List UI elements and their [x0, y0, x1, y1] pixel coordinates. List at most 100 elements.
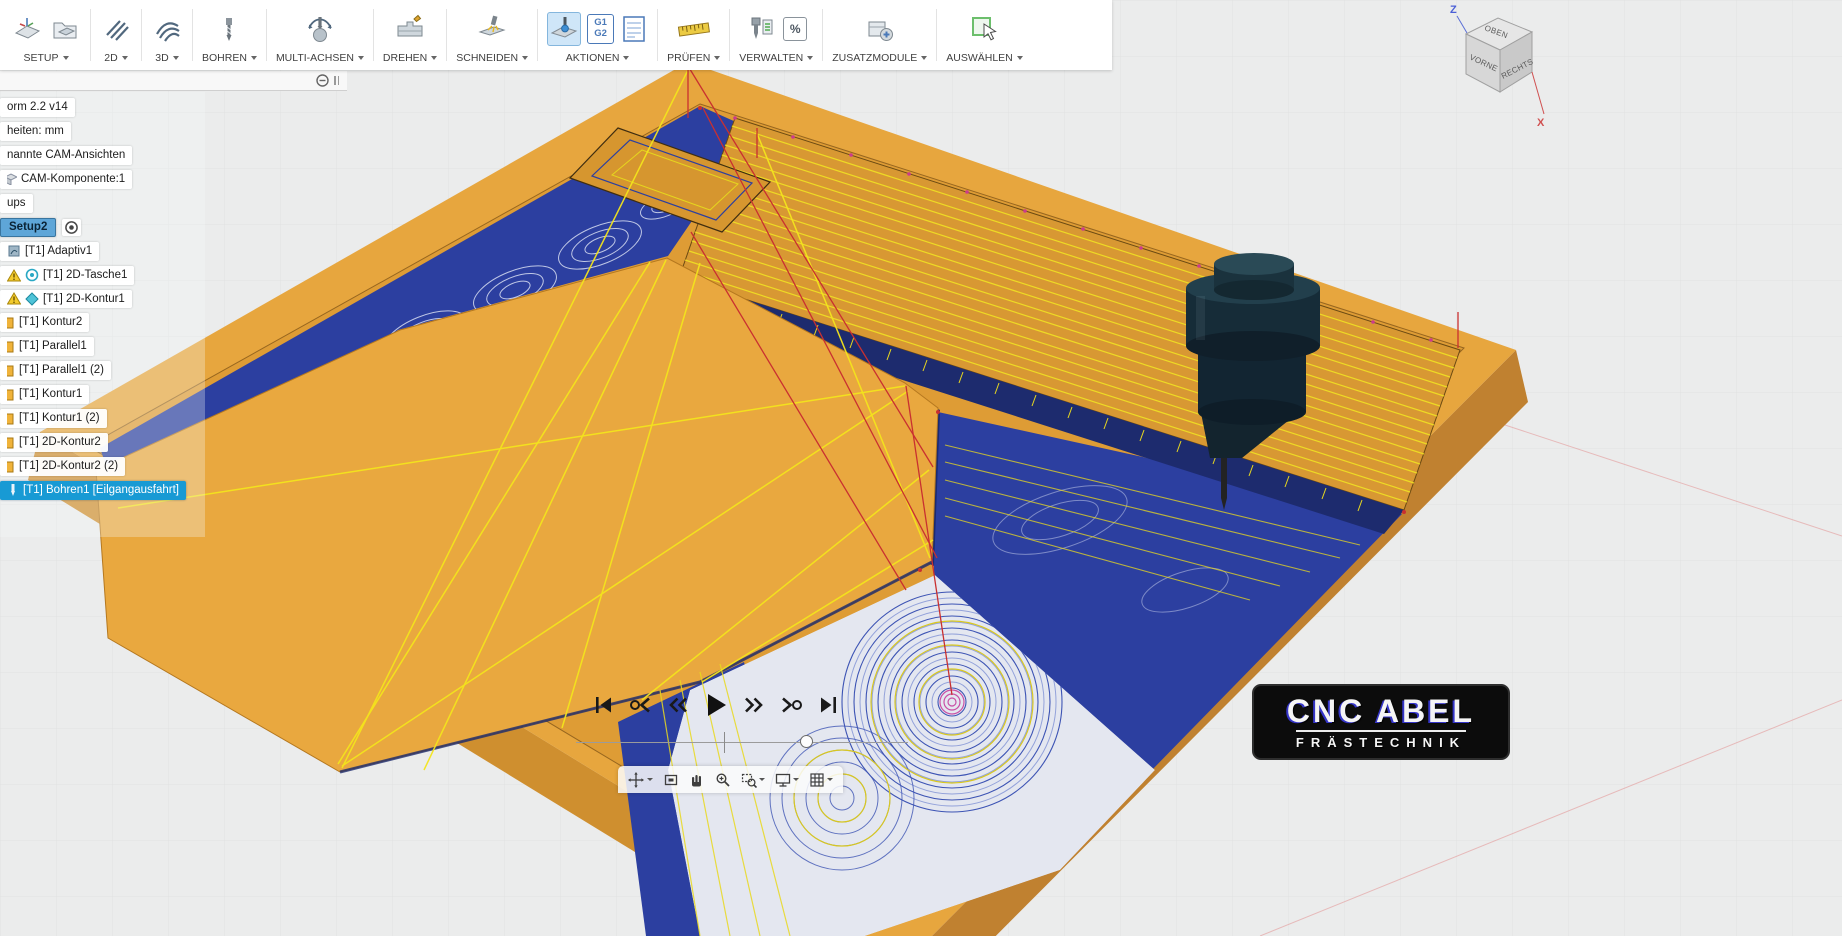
chevron-down-icon	[522, 56, 529, 60]
toolbar-separator	[822, 9, 824, 61]
active-setup-radio-icon	[65, 220, 79, 234]
chevron-down-icon	[121, 56, 128, 60]
simulation-timeline[interactable]	[576, 732, 908, 753]
stock-setup-button[interactable]	[11, 13, 43, 45]
step-forward-button[interactable]	[743, 695, 765, 715]
drill-button[interactable]	[213, 13, 245, 45]
tab-aktionen[interactable]: AKTIONEN	[547, 52, 648, 67]
tab-multi-achsen[interactable]: MULTI-ACHSEN	[276, 52, 364, 67]
display-settings-button[interactable]	[775, 772, 799, 788]
tab-drehen[interactable]: DREHEN	[383, 52, 438, 67]
grid-settings-button[interactable]	[809, 772, 833, 788]
browser-item-kontur1[interactable]: [T1] Kontur1	[0, 385, 90, 405]
browser-item-label: [T1] 2D-Kontur2 (2)	[19, 460, 119, 473]
collapse-panel-icon[interactable]	[316, 74, 329, 87]
browser-item-units[interactable]: heiten: mm	[0, 121, 71, 141]
browser-item-document-name[interactable]: orm 2.2 v14	[0, 98, 75, 117]
measure-button[interactable]	[676, 13, 712, 45]
chevron-down-icon	[807, 56, 814, 60]
setup-folder-icon	[53, 22, 77, 38]
ribbon-toolbar: SETUP 2D 3D BOHREN MULTI-ACHSEN DREHEN S…	[0, 0, 1112, 70]
go-to-start-button[interactable]	[594, 695, 614, 715]
drill-icon	[226, 17, 233, 41]
select-button[interactable]	[969, 13, 1001, 45]
browser-item-cam-component[interactable]: CAM-Komponente:1	[0, 169, 133, 189]
cam-3d-viewport[interactable]	[0, 0, 1842, 936]
step-back-button[interactable]	[667, 695, 689, 715]
multi-axis-button[interactable]	[304, 13, 336, 45]
browser-item-setups[interactable]: ups	[0, 193, 33, 213]
fusion-cam-window: SETUP 2D 3D BOHREN MULTI-ACHSEN DREHEN S…	[0, 0, 1842, 936]
logo-line2: FRÄSTECHNIK	[1295, 729, 1467, 750]
chevron-down-icon	[172, 56, 179, 60]
browser-panel-header	[0, 71, 347, 91]
browser-item-kontur2[interactable]: [T1] Kontur2	[0, 313, 90, 333]
tab-3d[interactable]: 3D	[151, 52, 183, 67]
go-to-end-button[interactable]	[818, 695, 838, 715]
browser-item-bohren1[interactable]: [T1] Bohren1 [Eilgangausfahrt]	[0, 481, 186, 500]
toolbar-separator	[446, 9, 448, 61]
browser-item-2d-kontur1[interactable]: [T1] 2D-Kontur1	[0, 289, 132, 309]
zoom-button[interactable]	[715, 772, 731, 788]
browser-item-label: [T1] Bohren1 [Eilgangausfahrt]	[23, 484, 179, 496]
browser-item-kontur1-2[interactable]: [T1] Kontur1 (2)	[0, 409, 107, 429]
timeline-track[interactable]	[576, 742, 908, 743]
2d-pocket-button[interactable]	[100, 13, 132, 45]
tab-setup-label: SETUP	[23, 52, 59, 64]
tab-pruefen[interactable]: PRÜFEN	[667, 52, 721, 67]
browser-item-adaptiv1[interactable]: [T1] Adaptiv1	[0, 241, 100, 261]
axis-z-label: Z	[1450, 4, 1457, 16]
chevron-down-icon	[357, 56, 364, 60]
browser-item-parallel1-2[interactable]: [T1] Parallel1 (2)	[0, 361, 112, 381]
tab-2d[interactable]: 2D	[100, 52, 132, 67]
tab-zusatzmodule[interactable]: ZUSATZMODULE	[832, 52, 928, 67]
toolbar-separator	[729, 9, 731, 61]
drill-op-icon	[11, 484, 15, 497]
play-button[interactable]	[704, 692, 728, 718]
next-operation-button[interactable]	[780, 695, 803, 715]
tab-setup[interactable]: SETUP	[11, 52, 81, 67]
stock-setup-icon	[14, 17, 41, 39]
zoom-window-button[interactable]	[741, 772, 765, 788]
tab-schneiden[interactable]: SCHNEIDEN	[456, 52, 529, 67]
add-ins-icon	[868, 21, 893, 41]
browser-item-2d-kontur2[interactable]: [T1] 2D-Kontur2	[0, 433, 108, 453]
browser-item-label: CAM-Komponente:1	[21, 172, 126, 185]
setup-sheet-button[interactable]	[620, 13, 648, 45]
lathe-button[interactable]	[394, 13, 426, 45]
view-cube[interactable]: Z OBEN VORNE RECHTS X	[1442, 0, 1554, 137]
look-at-button[interactable]	[663, 772, 679, 788]
percent-button[interactable]: %	[783, 16, 808, 41]
play-icon	[708, 694, 726, 716]
toolbar-group-multi-achsen: MULTI-ACHSEN	[269, 0, 371, 70]
tab-verwalten[interactable]: VERWALTEN	[739, 52, 814, 67]
browser-item-2d-tasche1[interactable]: [T1] 2D-Tasche1	[0, 265, 135, 285]
browser-item-setup2[interactable]: Setup2	[0, 217, 82, 237]
timeline-slider-handle[interactable]	[800, 735, 813, 748]
tool-library-button[interactable]	[745, 13, 777, 45]
browser-item-parallel1[interactable]: [T1] Parallel1	[0, 337, 94, 357]
tool-library-icon	[751, 17, 773, 39]
browser-item-label: orm 2.2 v14	[7, 101, 68, 113]
toolbar-separator	[141, 9, 142, 61]
post-process-button[interactable]: G1 G2	[587, 13, 615, 44]
browser-item-named-views[interactable]: nannte CAM-Ansichten	[0, 145, 133, 165]
panel-resize-grip[interactable]	[334, 76, 339, 85]
chevron-down-icon	[431, 56, 438, 60]
pan-button[interactable]	[689, 772, 705, 788]
active-setup-radio[interactable]	[62, 218, 82, 236]
cutting-button[interactable]	[476, 13, 508, 45]
tab-auswaehlen[interactable]: AUSWÄHLEN	[946, 52, 1023, 67]
toolbar-group-3d: 3D	[144, 0, 190, 70]
go-to-start-icon	[596, 697, 611, 713]
previous-operation-button[interactable]	[629, 695, 652, 715]
2d-pocket-icon	[106, 19, 129, 41]
add-ins-button[interactable]	[864, 13, 896, 45]
setup-folder-button[interactable]	[49, 13, 81, 45]
tab-bohren[interactable]: BOHREN	[202, 52, 257, 67]
orbit-move-button[interactable]	[628, 771, 653, 788]
browser-item-2d-kontur2-2[interactable]: [T1] 2D-Kontur2 (2)	[0, 457, 126, 476]
3d-milling-button[interactable]	[151, 13, 183, 45]
multi-axis-icon	[308, 16, 332, 42]
simulate-button[interactable]	[547, 11, 582, 46]
